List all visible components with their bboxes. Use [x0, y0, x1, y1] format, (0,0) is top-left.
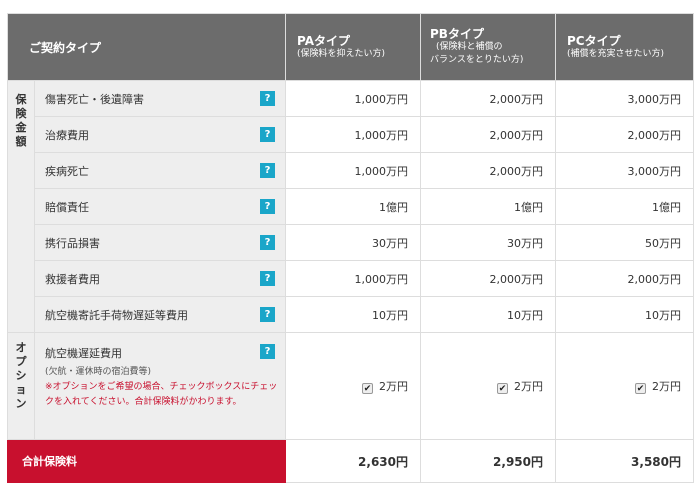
- plan-pa-header: PAタイプ (保険料を抑えたい方): [285, 13, 422, 81]
- coverage-group-label: 保 険 金 額: [7, 80, 35, 333]
- group-char: ョ: [15, 383, 27, 396]
- table-cell: 2,000万円: [420, 152, 557, 189]
- table-cell: 30万円: [285, 224, 422, 261]
- plan-name: PBタイプ: [430, 27, 484, 41]
- total-premium-label: 合計保険料: [6, 439, 287, 483]
- total-premium-pa: 2,630円: [285, 439, 422, 483]
- table-cell: 1,000万円: [285, 152, 422, 189]
- row-label: 賠償責任?: [33, 188, 287, 225]
- plan-name: PCタイプ: [567, 33, 621, 48]
- table-cell: 1,000万円: [285, 80, 422, 117]
- table-cell: 30万円: [420, 224, 557, 261]
- option-checkbox-pc[interactable]: ✔: [635, 383, 647, 394]
- plan-desc: (補償を充実させたい方): [567, 48, 665, 59]
- table-cell: 2,000万円: [420, 116, 557, 153]
- option-checkbox-pa[interactable]: ✔: [362, 383, 374, 394]
- plan-name: PAタイプ: [297, 33, 350, 48]
- insurance-plan-table: ご契約タイプ PAタイプ (保険料を抑えたい方) PBタイプ (保険料と補償の …: [6, 13, 695, 483]
- row-label-text: 携行品損害: [45, 236, 100, 250]
- group-char: オ: [15, 341, 27, 354]
- plan-desc-2: バランスをとりたい方): [430, 55, 524, 65]
- plan-desc: (保険料を抑えたい方): [297, 48, 386, 59]
- help-icon[interactable]: ?: [260, 344, 276, 359]
- group-char: 保: [15, 93, 27, 106]
- table-cell: 2,000万円: [420, 260, 557, 297]
- help-icon[interactable]: ?: [260, 163, 276, 178]
- option-value: 2万円: [652, 380, 682, 393]
- table-cell: 1億円: [420, 188, 557, 225]
- help-icon[interactable]: ?: [260, 91, 276, 106]
- total-premium-pb: 2,950円: [420, 439, 557, 483]
- row-label: 携行品損害?: [33, 224, 287, 261]
- option-value: 2万円: [514, 380, 544, 393]
- option-value: 2万円: [379, 380, 409, 393]
- table-cell: 3,000万円: [555, 152, 695, 189]
- row-label: 治療費用?: [33, 116, 287, 153]
- contract-type-header: ご契約タイプ: [6, 13, 287, 81]
- option-row-label: 航空機遅延費用 ? (欠航・運休時の宿泊費等) ※オプションをご希望の場合、チェ…: [33, 332, 287, 440]
- group-char: シ: [15, 369, 27, 382]
- row-label-text: 救援者費用: [45, 272, 100, 286]
- option-checkbox-pb[interactable]: ✔: [497, 383, 509, 394]
- total-premium-pc: 3,580円: [555, 439, 695, 483]
- table-cell: 2,000万円: [555, 260, 695, 297]
- help-icon[interactable]: ?: [260, 235, 276, 250]
- row-label: 航空機寄託手荷物遅延等費用?: [33, 296, 287, 333]
- group-char: 金: [15, 121, 27, 134]
- row-label: 救援者費用?: [33, 260, 287, 297]
- plan-pc-header: PCタイプ (補償を充実させたい方): [555, 13, 695, 81]
- table-cell: 1,000万円: [285, 116, 422, 153]
- table-cell: 1,000万円: [285, 260, 422, 297]
- table-cell: 1億円: [285, 188, 422, 225]
- option-cell-pb: ✔ 2万円: [420, 332, 557, 440]
- table-cell: 1億円: [555, 188, 695, 225]
- help-icon[interactable]: ?: [260, 271, 276, 286]
- row-label-text: 賠償責任: [45, 200, 89, 214]
- option-group-label: オ プ シ ョ ン: [7, 332, 35, 440]
- group-char: 険: [15, 107, 27, 120]
- table-cell: 3,000万円: [555, 80, 695, 117]
- group-char: 額: [15, 135, 27, 148]
- help-icon[interactable]: ?: [260, 127, 276, 142]
- table-cell: 50万円: [555, 224, 695, 261]
- row-label-text: 航空機寄託手荷物遅延等費用: [45, 308, 188, 322]
- row-label: 傷害死亡・後遺障害?: [33, 80, 287, 117]
- option-cell-pa: ✔ 2万円: [285, 332, 422, 440]
- row-label-text: 傷害死亡・後遺障害: [45, 92, 144, 106]
- row-label-text: 疾病死亡: [45, 164, 89, 178]
- table-cell: 2,000万円: [420, 80, 557, 117]
- table-cell: 10万円: [420, 296, 557, 333]
- help-icon[interactable]: ?: [260, 199, 276, 214]
- option-sub: (欠航・運休時の宿泊費等): [45, 367, 152, 377]
- group-char: プ: [15, 355, 27, 368]
- plan-pb-header: PBタイプ (保険料と補償の バランスをとりたい方): [420, 13, 557, 81]
- option-cell-pc: ✔ 2万円: [555, 332, 695, 440]
- table-cell: 2,000万円: [555, 116, 695, 153]
- plan-desc: (保険料と補償の: [436, 42, 503, 52]
- table-cell: 10万円: [285, 296, 422, 333]
- group-char: ン: [15, 397, 27, 410]
- option-label: 航空機遅延費用: [45, 347, 122, 360]
- help-icon[interactable]: ?: [260, 307, 276, 322]
- row-label-text: 治療費用: [45, 128, 89, 142]
- option-note: ※オプションをご希望の場合、チェックボックスにチェックを入れてください。合計保険…: [45, 382, 278, 407]
- row-label: 疾病死亡?: [33, 152, 287, 189]
- table-cell: 10万円: [555, 296, 695, 333]
